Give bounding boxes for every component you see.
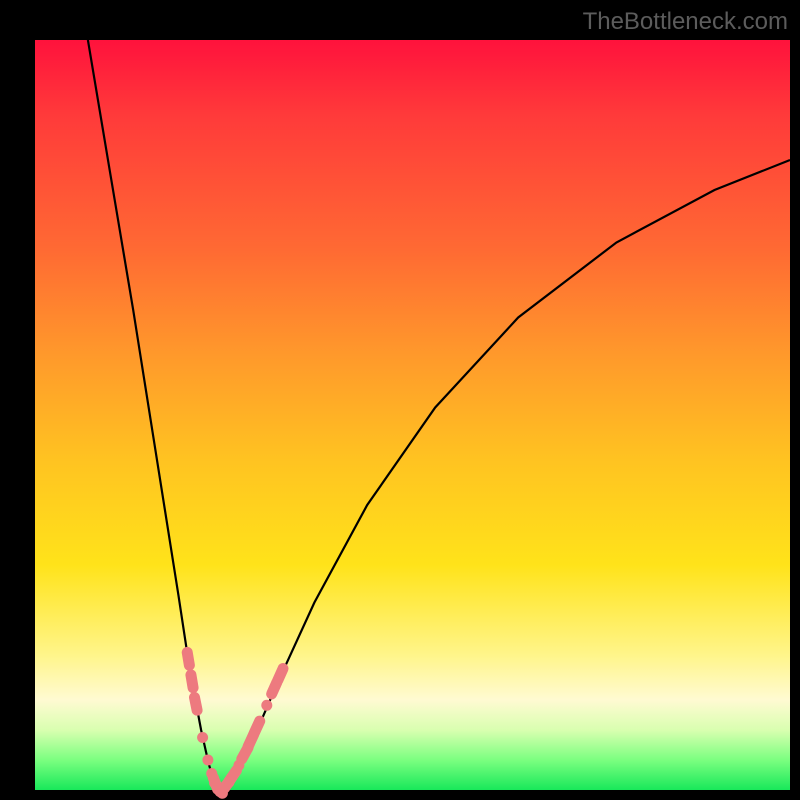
bottleneck-curve-svg [35, 40, 790, 790]
curve-marker-capsule [270, 661, 290, 687]
chart-frame: TheBottleneck.com [0, 0, 800, 800]
curve-marker-capsule [185, 669, 200, 694]
curve-marker-capsule [188, 691, 204, 717]
curve-marker-dot [202, 755, 213, 766]
plot-area [35, 40, 790, 790]
curve-marker-capsule [181, 646, 196, 671]
watermark-text: TheBottleneck.com [583, 8, 788, 36]
curve-marker-capsule [247, 714, 267, 740]
curve-marker-dot [261, 700, 272, 711]
curve-markers [181, 646, 290, 800]
curve-marker-dot [197, 732, 208, 743]
